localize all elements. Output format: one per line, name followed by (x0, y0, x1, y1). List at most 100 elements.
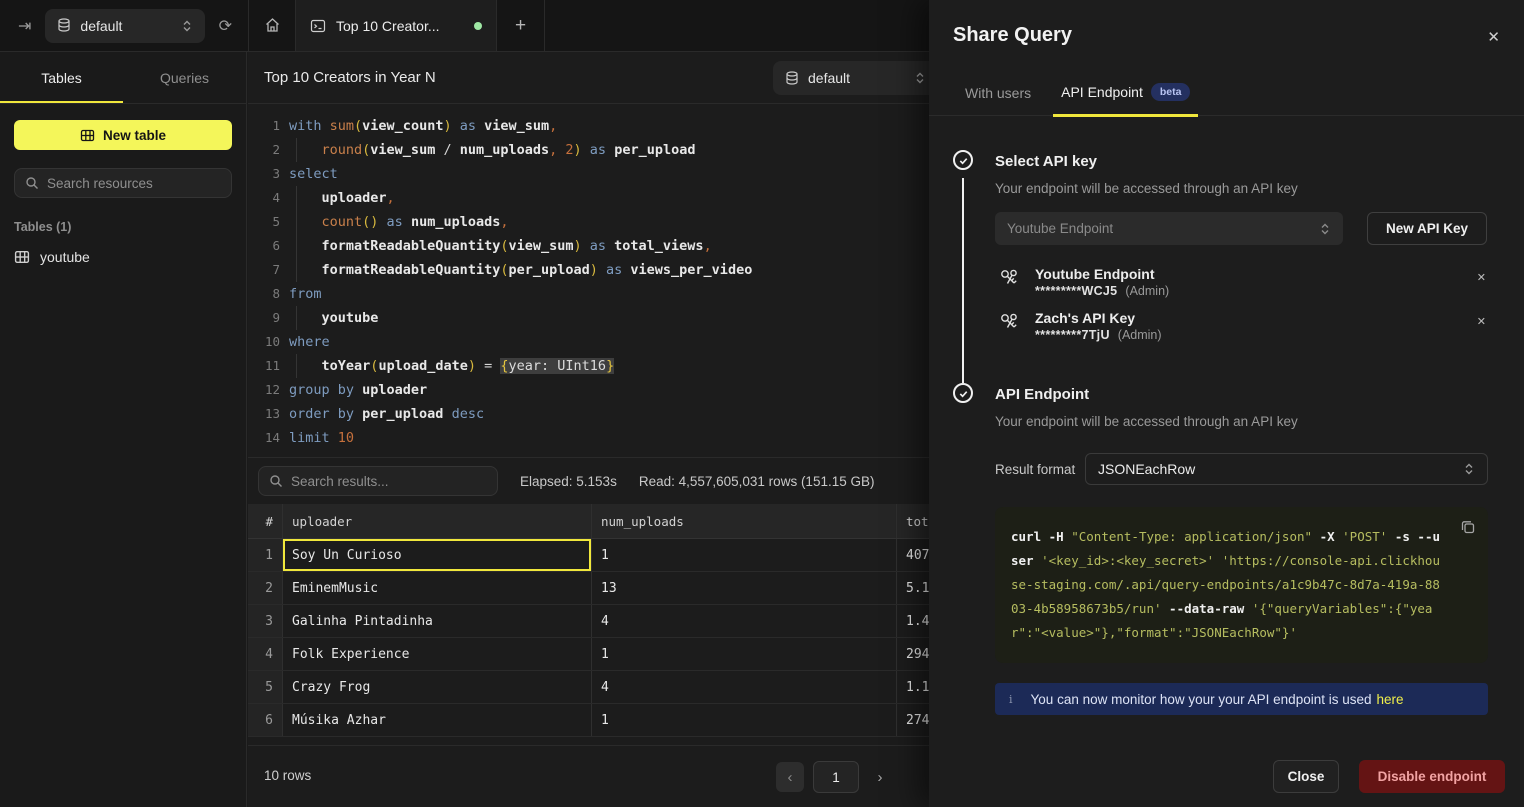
tab-api-endpoint-label: API Endpoint (1061, 84, 1143, 100)
copy-icon[interactable] (1460, 519, 1476, 535)
remove-key-icon[interactable]: ✕ (1477, 271, 1486, 284)
table-cell[interactable]: Soy Un Curioso (283, 539, 592, 571)
collapse-sidebar-icon[interactable]: ⇥ (18, 16, 31, 36)
table-cell[interactable]: 4 (592, 671, 897, 703)
tables-count-label: Tables (1) (14, 220, 232, 234)
table-cell[interactable]: EminemMusic (283, 572, 592, 604)
line-number: 1 (256, 114, 280, 138)
line-number: 5 (256, 210, 280, 234)
database-selector[interactable]: default (45, 9, 204, 43)
tab-label: Top 10 Creator... (336, 18, 440, 34)
step-check-icon (953, 150, 973, 170)
column-header[interactable]: num_uploads (592, 504, 897, 538)
table-cell[interactable]: 5 (248, 671, 283, 703)
table-cell[interactable]: Folk Experience (283, 638, 592, 670)
editor-database-value: default (808, 70, 850, 86)
next-page-button[interactable]: › (868, 762, 892, 792)
code-text: formatReadableQuantity(per_upload) as vi… (289, 258, 752, 282)
line-number: 14 (256, 426, 280, 450)
prev-page-button[interactable]: ‹ (776, 762, 804, 792)
column-header[interactable]: uploader (283, 504, 592, 538)
read-stat: Read: 4,557,605,031 rows (151.15 GB) (639, 474, 875, 489)
code-text: where (289, 330, 330, 354)
editor-database-selector[interactable]: default (773, 61, 938, 95)
step-check-icon (953, 383, 973, 403)
new-table-button[interactable]: New table (14, 120, 232, 150)
home-icon (264, 17, 281, 34)
table-cell[interactable]: 3 (248, 605, 283, 637)
results-search-input[interactable] (291, 474, 487, 489)
table-cell[interactable]: 4 (592, 605, 897, 637)
sidebar-item-youtube[interactable]: youtube (0, 244, 246, 270)
monitor-banner: i You can now monitor how your your API … (995, 683, 1488, 715)
result-format-dropdown[interactable]: JSONEachRow (1085, 453, 1488, 485)
table-cell[interactable]: 1 (592, 638, 897, 670)
step2-desc: Your endpoint will be accessed through a… (995, 414, 1488, 429)
new-tab-button[interactable]: + (497, 0, 545, 51)
curl-text: curl -H "Content-Type: application/json"… (1011, 525, 1444, 645)
table-cell[interactable]: 1 (592, 539, 897, 571)
table-cell[interactable]: Crazy Frog (283, 671, 592, 703)
code-text: formatReadableQuantity(view_sum) as tota… (289, 234, 712, 258)
code-text: from (289, 282, 322, 306)
close-button[interactable]: Close (1273, 760, 1339, 793)
refresh-icon[interactable]: ⟳ (219, 16, 232, 36)
line-number: 3 (256, 162, 280, 186)
results-search[interactable] (258, 466, 498, 496)
line-number: 2 (256, 138, 280, 162)
code-text: uploader, (289, 186, 395, 210)
info-icon: i (1009, 693, 1013, 706)
chevron-updown-icon (914, 71, 926, 85)
table-cell[interactable]: 1 (592, 704, 897, 736)
share-query-panel: Share Query ✕ With users API Endpoint be… (929, 0, 1524, 807)
disable-endpoint-button[interactable]: Disable endpoint (1359, 760, 1505, 793)
resource-search[interactable] (14, 168, 232, 198)
new-api-key-button[interactable]: New API Key (1367, 212, 1487, 245)
chevron-updown-icon (1463, 462, 1475, 476)
tab-api-endpoint[interactable]: API Endpoint beta (1053, 83, 1198, 117)
step1-desc: Your endpoint will be accessed through a… (995, 181, 1488, 196)
step-api-endpoint: API Endpoint Your endpoint will be acces… (929, 383, 1488, 715)
resource-search-input[interactable] (47, 176, 221, 191)
database-icon (785, 71, 799, 86)
api-key-name: Zach's API Key (1035, 310, 1162, 326)
table-cell[interactable]: 13 (592, 572, 897, 604)
table-item-label: youtube (40, 249, 90, 265)
step1-title: Select API key (995, 150, 1488, 170)
unsaved-indicator-dot (474, 22, 482, 30)
sidebar-tab-tables[interactable]: Tables (0, 52, 123, 103)
table-cell[interactable]: Galinha Pintadinha (283, 605, 592, 637)
table-cell[interactable]: 2 (248, 572, 283, 604)
table-cell[interactable]: 6 (248, 704, 283, 736)
table-cell[interactable]: 4 (248, 638, 283, 670)
banner-here-link[interactable]: here (1377, 692, 1404, 707)
sidebar: Tables Queries New table Tables (1) yout… (0, 52, 247, 807)
tab-top10-creators[interactable]: Top 10 Creator... (296, 0, 497, 51)
database-selector-value: default (80, 18, 122, 34)
beta-badge: beta (1151, 83, 1191, 101)
pagination: ‹ 1 › (776, 761, 892, 793)
page-number-input[interactable]: 1 (813, 761, 859, 793)
home-button[interactable] (249, 0, 296, 51)
line-number: 13 (256, 402, 280, 426)
step2-title: API Endpoint (995, 383, 1488, 403)
keys-icon (997, 266, 1021, 292)
api-key-item[interactable]: Youtube Endpoint *********WCJ5 (Admin) ✕ (995, 263, 1488, 307)
table-cell[interactable]: 1 (248, 539, 283, 571)
search-icon (269, 474, 283, 488)
remove-key-icon[interactable]: ✕ (1477, 315, 1486, 328)
line-number: 9 (256, 306, 280, 330)
tab-with-users[interactable]: With users (957, 83, 1039, 115)
api-key-item[interactable]: Zach's API Key *********7TjU (Admin) ✕ (995, 307, 1488, 351)
table-grid-icon (14, 250, 30, 264)
api-key-dropdown[interactable]: Youtube Endpoint (995, 212, 1343, 245)
sidebar-tab-queries[interactable]: Queries (123, 52, 246, 103)
table-cell[interactable]: Músika Azhar (283, 704, 592, 736)
code-text: with sum(view_count) as view_sum, (289, 114, 557, 138)
query-title: Top 10 Creators in Year N (264, 69, 436, 86)
chevron-updown-icon (1319, 222, 1331, 236)
api-key-role: (Admin) (1118, 328, 1162, 342)
row-count-label: 10 rows (264, 768, 311, 783)
column-header[interactable]: # (248, 504, 283, 538)
close-icon[interactable]: ✕ (1487, 28, 1500, 46)
